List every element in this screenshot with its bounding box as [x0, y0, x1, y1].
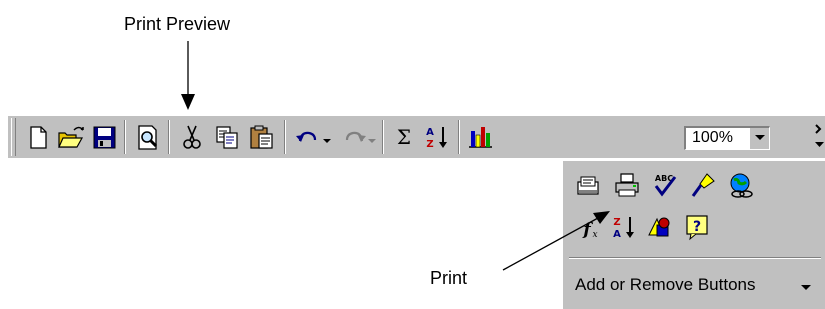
print-button[interactable] [611, 169, 643, 201]
chevron-down-icon [368, 139, 376, 143]
spelling-button[interactable]: ABC [649, 169, 681, 201]
svg-text:A: A [613, 229, 621, 240]
drawing-button[interactable] [643, 211, 675, 243]
toolbar-grip[interactable] [11, 118, 16, 156]
svg-text:x: x [592, 230, 597, 240]
print-icon [615, 173, 639, 197]
save-icon [93, 126, 116, 149]
spelling-icon: ABC [654, 174, 677, 197]
autosum-button[interactable]: Σ [388, 121, 420, 153]
print-preview-arrowhead [181, 94, 195, 110]
autosum-icon: Σ [397, 125, 411, 149]
paste-icon [250, 125, 273, 149]
svg-text:Z: Z [426, 139, 433, 150]
standard-toolbar: Σ A Z 100% [8, 116, 825, 158]
paste-button[interactable] [246, 121, 278, 153]
zoom-combobox[interactable]: 100% [684, 126, 770, 150]
print-preview-caption: Print Preview [124, 14, 231, 34]
chevron-down-icon [323, 139, 331, 143]
open-button[interactable] [54, 121, 86, 153]
paste-function-button[interactable]: f x [573, 211, 605, 243]
more-buttons-icon[interactable] [812, 122, 825, 152]
sort-ascending-button[interactable]: A Z [420, 121, 452, 153]
insert-hyperlink-button[interactable] [725, 169, 757, 201]
save-button[interactable] [88, 121, 120, 153]
zoom-value: 100% [692, 129, 733, 146]
open-icon [58, 126, 84, 148]
sort-ascending-icon: A Z [426, 127, 447, 150]
svg-text:?: ? [693, 219, 701, 235]
insert-hyperlink-icon [730, 173, 753, 198]
chevron-down-icon [755, 135, 765, 140]
format-painter-icon [691, 173, 715, 197]
new-button[interactable] [22, 121, 54, 153]
more-buttons-menu: ABC f x Z A ? Add or Remove Buttons [561, 160, 825, 309]
email-icon [577, 176, 599, 195]
print-preview-button[interactable] [132, 121, 164, 153]
new-icon [30, 126, 47, 149]
chart-wizard-button[interactable] [464, 121, 496, 153]
chart-wizard-icon [469, 127, 492, 148]
format-painter-button[interactable] [687, 169, 719, 201]
email-button[interactable] [573, 169, 605, 201]
svg-text:A: A [426, 127, 434, 138]
office-assistant-icon: ? [686, 215, 708, 241]
print-preview-icon [138, 125, 158, 150]
sort-descending-button[interactable]: Z A [607, 211, 639, 243]
chevron-down-icon [801, 285, 811, 290]
sort-descending-icon: Z A [613, 217, 634, 240]
print-caption: Print [430, 268, 468, 288]
paste-function-icon: f x [582, 220, 597, 240]
redo-dropdown[interactable] [365, 121, 379, 153]
add-remove-buttons-menu-item[interactable]: Add or Remove Buttons [575, 275, 755, 295]
svg-text:Σ: Σ [397, 125, 411, 149]
drawing-icon [648, 217, 670, 237]
menu-separator [569, 257, 821, 259]
copy-icon [216, 126, 238, 149]
cut-button[interactable] [176, 121, 208, 153]
zoom-dropdown-button[interactable] [749, 128, 769, 149]
office-assistant-button[interactable]: ? [681, 211, 713, 243]
cut-icon [183, 125, 201, 149]
undo-dropdown[interactable] [320, 121, 334, 153]
copy-button[interactable] [211, 121, 243, 153]
svg-text:Z: Z [613, 217, 620, 228]
